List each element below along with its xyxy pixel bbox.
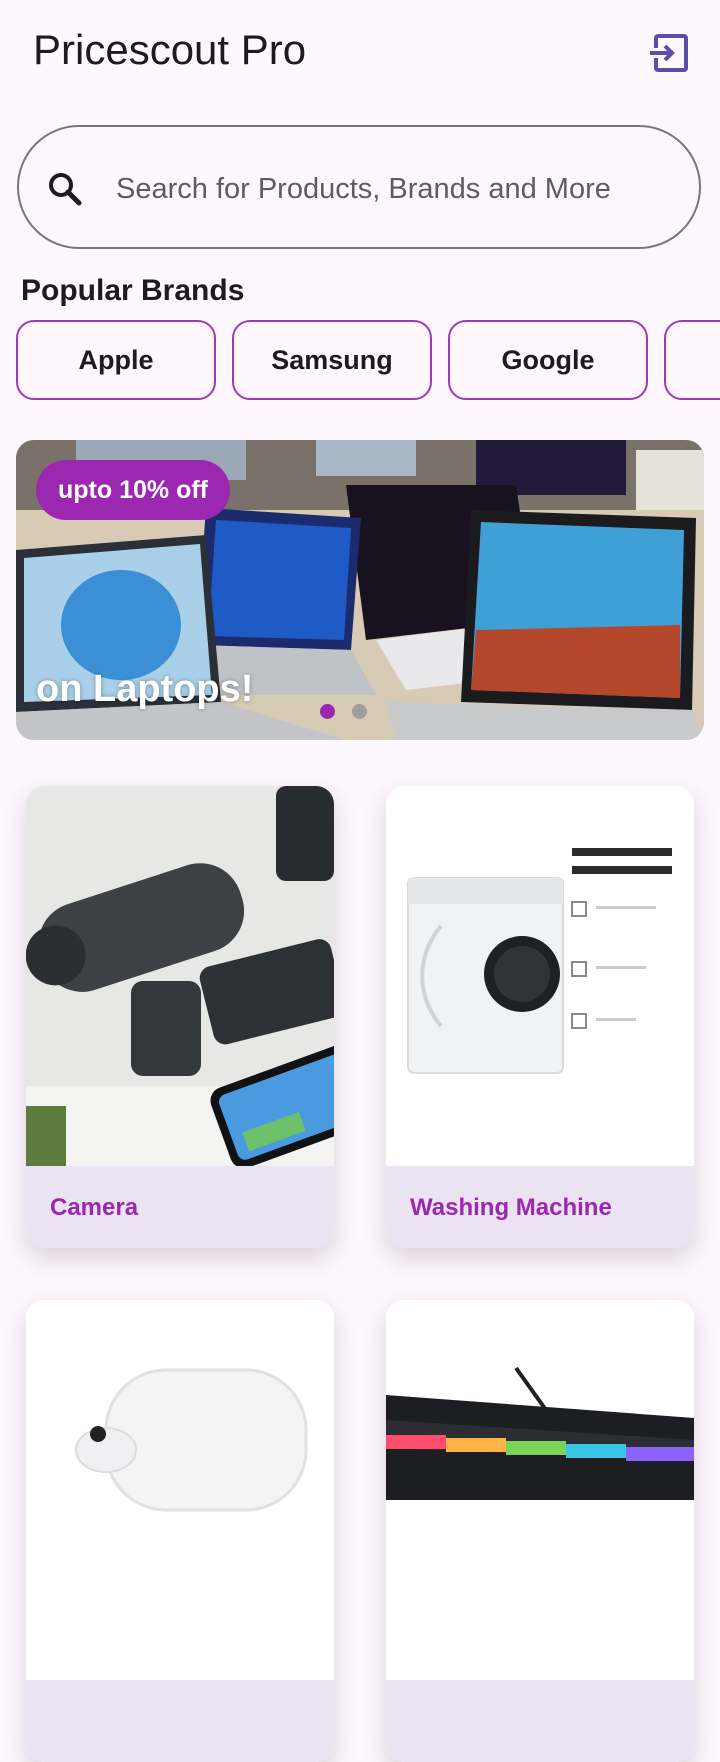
category-label: Washing Machine [410, 1194, 612, 1221]
search-icon [45, 169, 85, 209]
keyboard-image [386, 1300, 694, 1680]
card-label-area: Camera [26, 1166, 334, 1248]
carousel-dot[interactable] [352, 704, 367, 719]
card-label-area [26, 1680, 334, 1762]
app-bar: Pricescout Pro [0, 0, 720, 100]
brand-list: Apple Samsung Google … [0, 320, 720, 400]
washing-machine-image [386, 786, 694, 1166]
app-title: Pricescout Pro [33, 26, 307, 73]
card-label-area [386, 1680, 694, 1762]
category-card-earbuds[interactable] [26, 1300, 334, 1762]
category-card-keyboard[interactable] [386, 1300, 694, 1762]
search-input[interactable] [114, 157, 688, 221]
brand-chip-samsung[interactable]: Samsung [232, 320, 432, 400]
promo-badge: upto 10% off [36, 460, 230, 520]
earbuds-image [26, 1300, 334, 1680]
brand-chip-partial[interactable]: … [664, 320, 720, 400]
card-label-area: Washing Machine [386, 1166, 694, 1248]
brand-chip-apple[interactable]: Apple [16, 320, 216, 400]
camera-image [26, 786, 334, 1166]
carousel-dot-active[interactable] [320, 704, 335, 719]
category-card-washing-machine[interactable]: Washing Machine [386, 786, 694, 1248]
category-label: Camera [50, 1194, 139, 1221]
promo-banner[interactable]: upto 10% off on Laptops! [16, 440, 704, 740]
category-card-camera[interactable]: Camera [26, 786, 334, 1248]
popular-brands-title: Popular Brands [21, 274, 245, 307]
logout-icon[interactable] [646, 28, 696, 78]
search-bar[interactable] [17, 125, 701, 249]
banner-caption: on Laptops! [36, 668, 254, 710]
brand-chip-google[interactable]: Google [448, 320, 648, 400]
